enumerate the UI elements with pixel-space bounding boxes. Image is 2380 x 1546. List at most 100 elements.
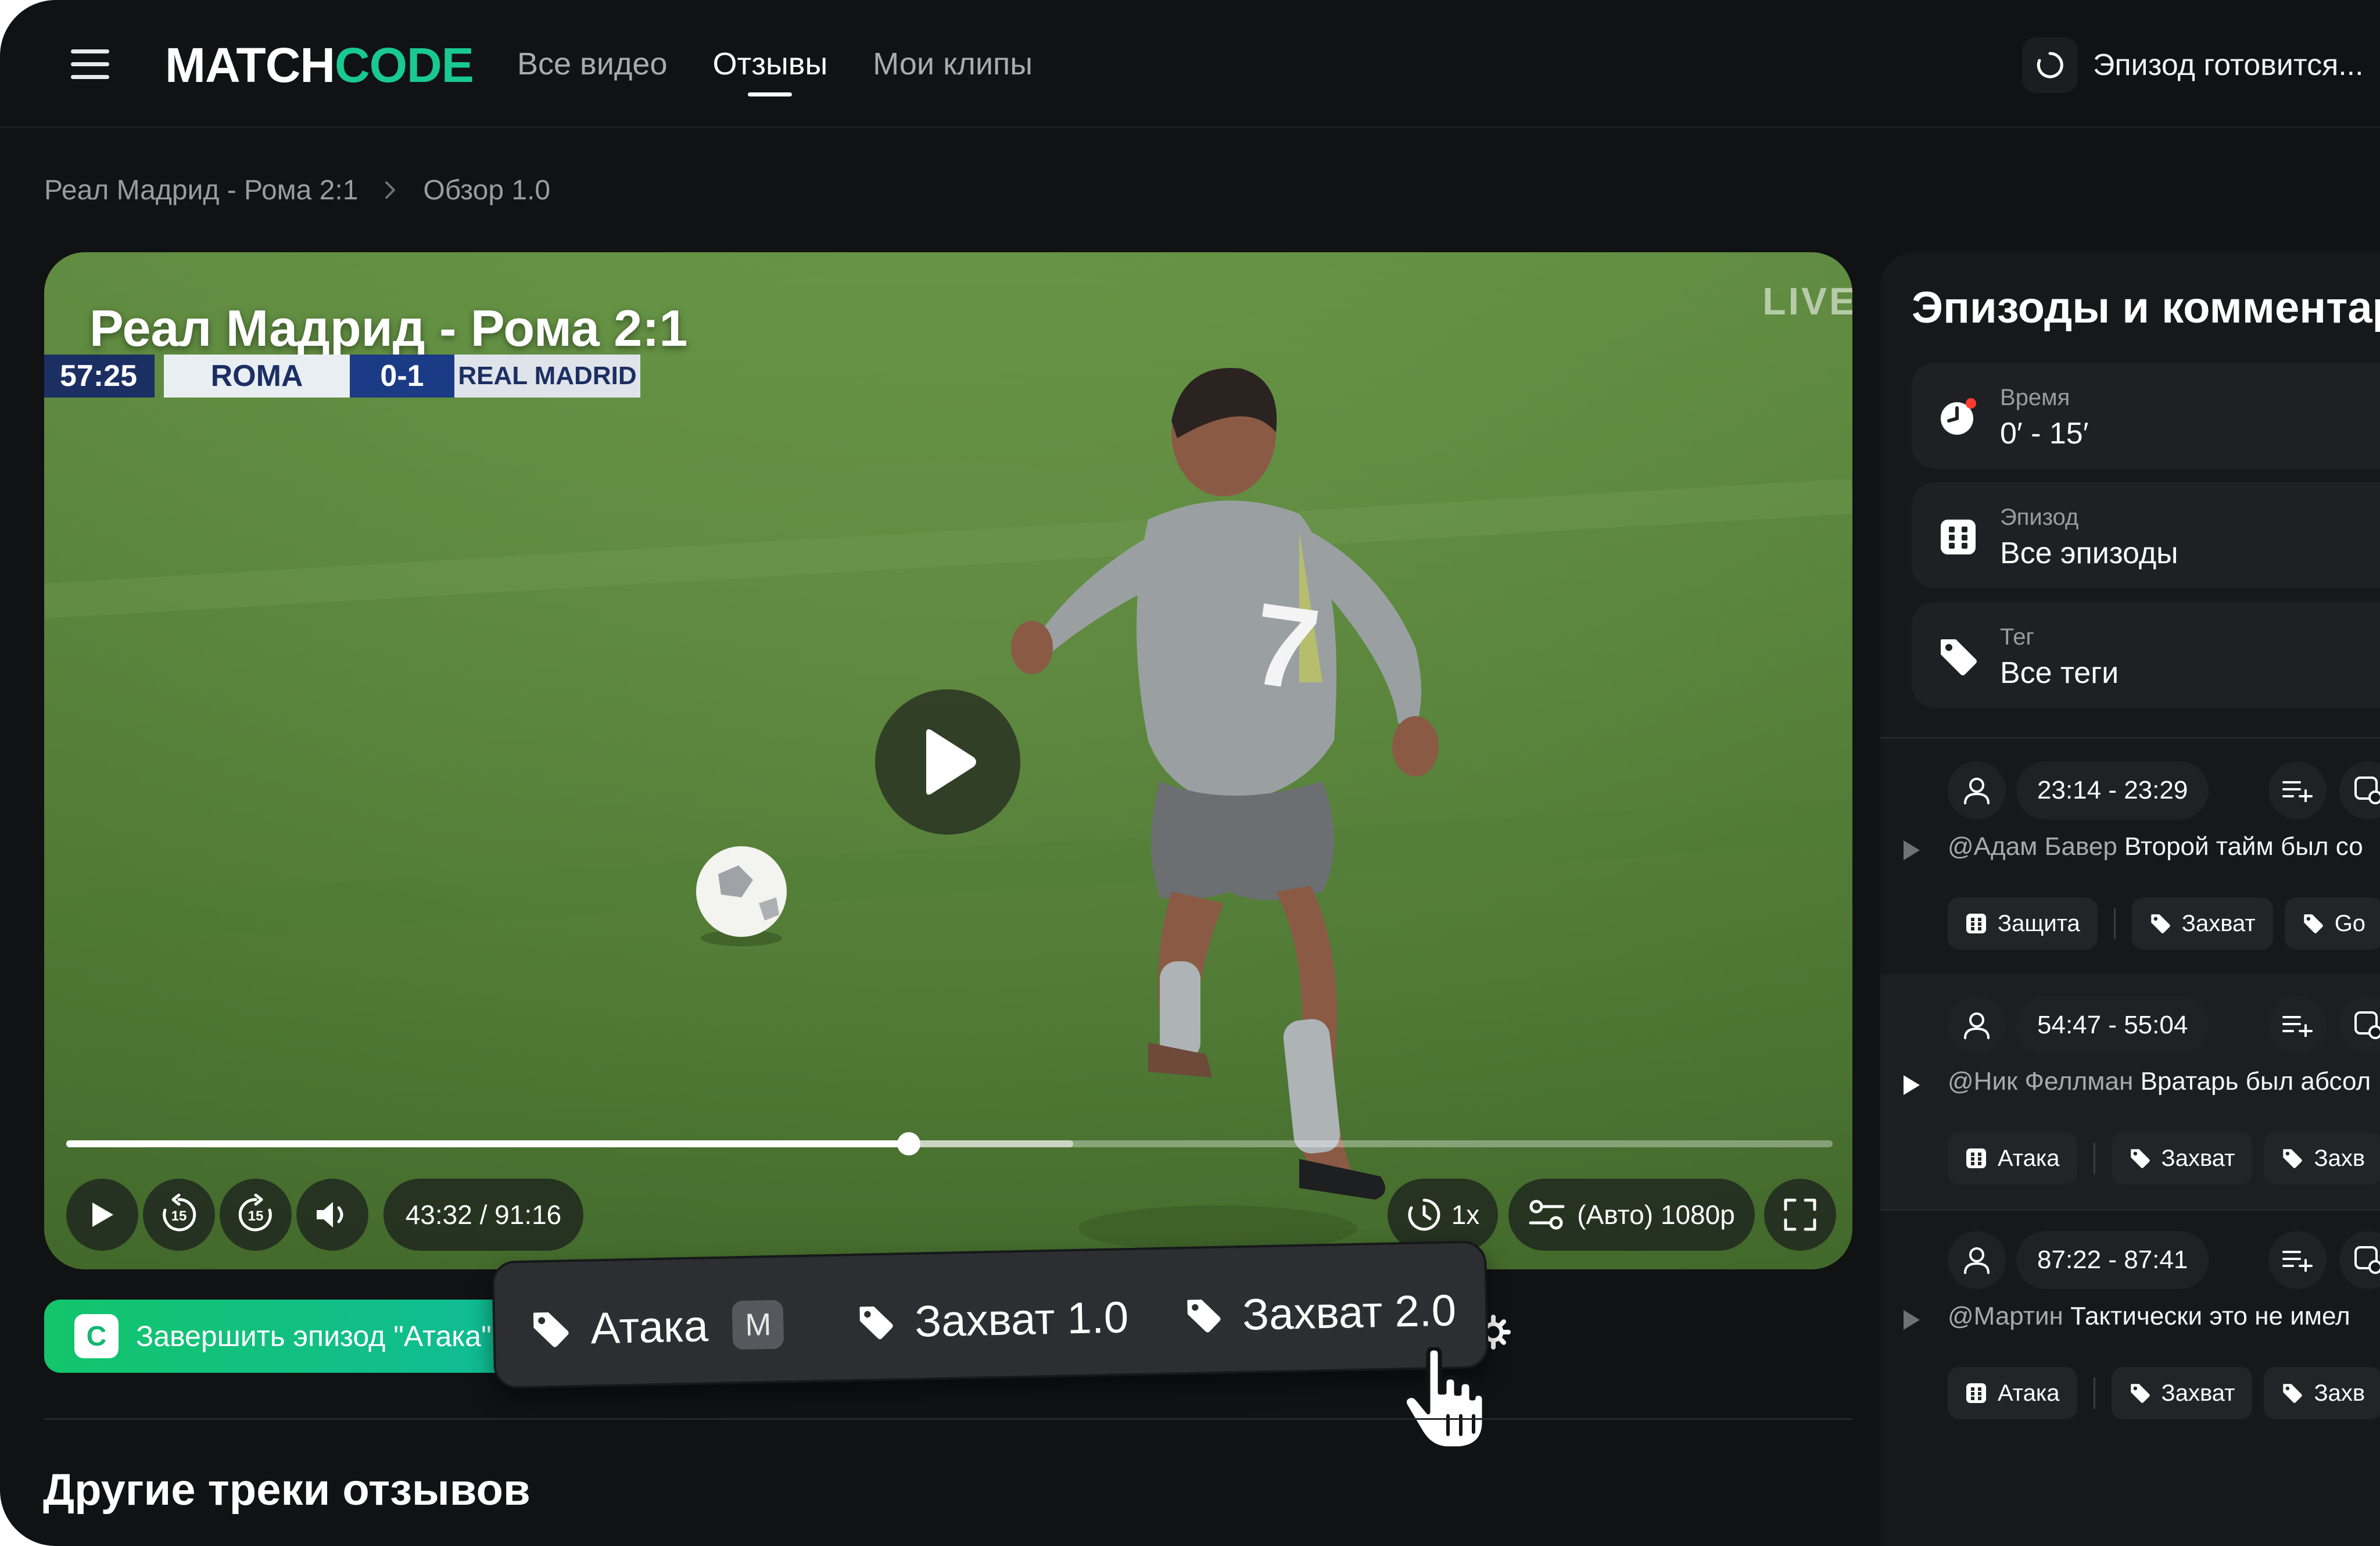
forward-button[interactable]: 15 [220,1179,292,1251]
speed-label: 1x [1451,1200,1480,1230]
tag-option-label: Захват 2.0 [1242,1285,1457,1340]
episode-type-label: Атака [1998,1145,2060,1171]
add-to-playlist-icon[interactable] [2268,996,2327,1054]
episode-time[interactable]: 54:47 - 55:04 [2016,996,2209,1054]
chip-separator [2093,1143,2095,1174]
tag-option-attack[interactable]: Атака M [529,1293,784,1362]
nav-my-clips[interactable]: Мои клипы [873,41,1033,93]
episode-comment: @Адам Бавер Второй тайм был со [1948,832,2363,861]
app-window: MATCHCODE Все видео Отзывы Мои клипы Эпи… [0,0,2380,1546]
status-text: Эпизод готовится... [2093,48,2364,82]
user-icon[interactable] [1948,761,2006,819]
tag-chip-label: Захв [2314,1380,2365,1406]
episode-tags: Атака Захват Захв [1948,1367,2380,1419]
chevron-right-icon [383,180,397,200]
tag-picker-popup: Атака M Захват 1.0 Захват 2.0 [492,1240,1489,1389]
tag-icon [533,1312,569,1347]
tag-chip[interactable]: Захват [2111,1132,2253,1184]
add-to-playlist-icon[interactable] [2268,761,2327,819]
episode-play-icon[interactable] [1901,1309,1921,1334]
clip-settings-icon[interactable] [2339,1231,2380,1289]
tag-chip[interactable]: Go [2284,897,2380,950]
speed-button[interactable]: 1x [1388,1179,1498,1251]
tag-icon [2283,1149,2303,1168]
score-away-team: REAL MADRID [454,355,640,398]
episode-time[interactable]: 23:14 - 23:29 [2016,761,2209,819]
fullscreen-button[interactable] [1764,1179,1836,1251]
grid-icon [1966,1383,1986,1403]
episode-time[interactable]: 87:22 - 87:41 [2016,1231,2209,1289]
panel-title: Эпизоды и комментарии [1912,283,2380,332]
score-value: 0-1 [350,355,454,398]
grid-icon [1941,520,1976,554]
add-to-playlist-icon[interactable] [2268,1231,2327,1289]
tag-chip-label: Go [2334,910,2366,936]
main-nav: Все видео Отзывы Мои клипы [517,41,1078,96]
episode-play-icon[interactable] [1901,1074,1921,1099]
filter-episode-value: Все эпизоды [2000,536,2178,570]
tag-chip[interactable]: Захв [2264,1132,2380,1184]
comment-text: Тактически это не имел [2070,1302,2350,1330]
speed-icon [1408,1198,1440,1231]
logo[interactable]: MATCHCODE [165,36,474,94]
section-divider [44,1418,1852,1420]
episode-item[interactable]: 54:47 - 55:04 @Ник Феллман Вратарь был аб… [1880,974,2380,1209]
episode-comment: @Ник Феллман Вратарь был абсол [1948,1067,2371,1096]
volume-icon [317,1202,343,1228]
comment-mention[interactable]: @Ник Феллман [1948,1067,2133,1096]
episode-comment: @Мартин Тактически это не имел [1948,1302,2350,1331]
episode-item[interactable]: 23:14 - 23:29 @Адам Бавер Второй тайм был… [1880,739,2380,974]
user-icon[interactable] [1948,996,2006,1054]
filter-time-label: Время [2000,385,2070,410]
video-player[interactable]: 7 Реал Мадрид - Рома 2:1 57:25 ROMA 0-1 … [44,252,1852,1269]
play-icon [926,729,976,795]
comment-mention[interactable]: @Мартин [1948,1302,2063,1330]
tag-option-label: Захват 1.0 [914,1292,1130,1347]
episode-type-chip[interactable]: Защита [1948,897,2098,950]
filter-episode-label: Эпизод [2000,504,2079,530]
nav-reviews[interactable]: Отзывы [712,41,827,96]
clip-settings-icon[interactable] [2339,996,2380,1054]
filter-episode[interactable]: Эпизод Все эпизоды [1912,482,2380,588]
seek-bar[interactable] [66,1132,1833,1155]
nav-all-videos[interactable]: Все видео [517,41,667,93]
episode-type-label: Атака [1998,1380,2060,1406]
live-label: LIVE [1762,280,1852,323]
clip-settings-icon[interactable] [2339,761,2380,819]
filter-time[interactable]: Время 0′ - 15′ [1912,363,2380,468]
episode-type-chip[interactable]: Атака [1948,1132,2077,1184]
comment-mention[interactable]: @Адам Бавер [1948,832,2117,861]
ball-graphic [696,846,787,946]
play-button[interactable] [66,1179,138,1251]
time-display: 43:32 / 91:16 [383,1179,583,1251]
episodes-panel: Эпизоды и комментарии Время 0′ - 15′ Эпи… [1880,252,2380,1546]
logo-code: CODE [335,38,474,92]
tag-chip[interactable]: Захв [2264,1367,2380,1419]
tag-chip[interactable]: Захват [2131,897,2273,950]
tag-icon [2151,914,2170,933]
user-icon[interactable] [1948,1231,2006,1289]
tag-shortcut-key: M [732,1300,784,1350]
quality-button[interactable]: (Авто) 1080p [1508,1179,1755,1251]
tag-option-capture-2[interactable]: Захват 2.0 [1184,1278,1457,1348]
tag-chip-label: Захв [2314,1145,2365,1171]
logo-match: MATCH [165,38,335,92]
episode-type-chip[interactable]: Атака [1948,1367,2077,1419]
play-overlay-button[interactable] [875,689,1020,835]
filter-tag[interactable]: Тег Все теги [1912,602,2380,708]
volume-button[interactable] [296,1179,368,1251]
breadcrumb-match[interactable]: Реал Мадрид - Рома 2:1 [44,174,358,206]
rewind-button[interactable]: 15 [143,1179,215,1251]
menu-icon[interactable] [71,49,109,80]
tag-icon [859,1306,893,1340]
episode-item[interactable]: 87:22 - 87:41 @Мартин Тактически это не и… [1880,1209,2380,1444]
tag-chip[interactable]: Захват [2111,1367,2253,1419]
tag-option-capture-1[interactable]: Захват 1.0 [856,1285,1129,1355]
tag-icon [2283,1384,2303,1403]
episode-play-icon[interactable] [1901,839,1921,864]
filter-tag-value: Все теги [2000,656,2119,690]
seek-handle[interactable] [897,1132,921,1155]
loading-spinner-icon [2022,37,2078,93]
tag-icon [1187,1300,1221,1333]
video-title: Реал Мадрид - Рома 2:1 [89,299,688,357]
